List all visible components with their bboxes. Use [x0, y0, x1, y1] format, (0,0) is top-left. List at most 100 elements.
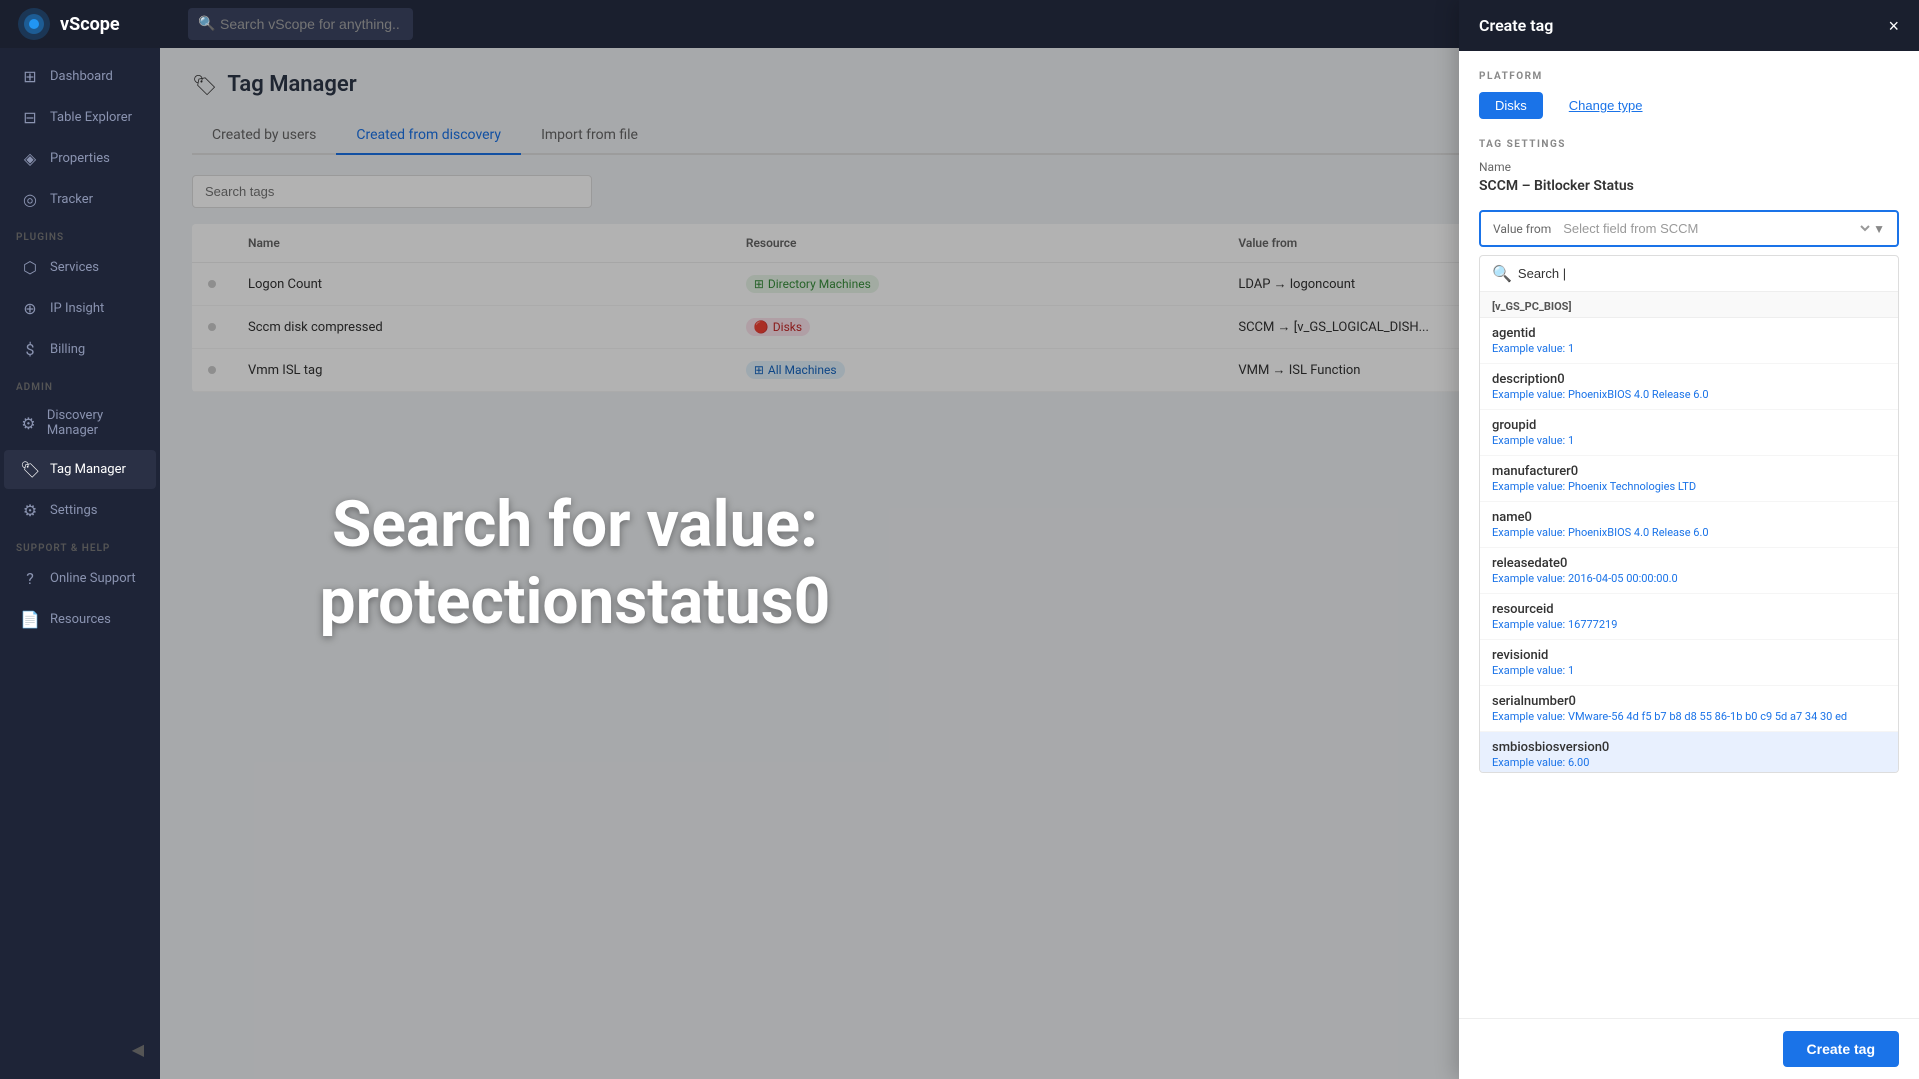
dropdown-item-groupid[interactable]: groupid Example value: 1 [1480, 410, 1898, 456]
dropdown-search-input[interactable] [1518, 266, 1886, 281]
dropdown-arrow-icon: ▼ [1873, 222, 1885, 236]
example-value: 1 [1568, 342, 1574, 355]
tracker-icon: ◎ [20, 190, 40, 209]
dropdown-item-serialnumber0[interactable]: serialnumber0 Example value: VMware-56 4… [1480, 686, 1898, 732]
dropdown-list: [v_GS_PC_BIOS] agentid Example value: 1 … [1480, 292, 1898, 772]
sidebar-item-online-support[interactable]: ? Online Support [4, 559, 156, 598]
item-name: resourceid [1492, 602, 1886, 617]
example-label: Example value: [1492, 572, 1565, 585]
sidebar-item-label: Table Explorer [50, 110, 132, 125]
tag-manager-icon: 🏷 [20, 460, 40, 479]
item-name: manufacturer0 [1492, 464, 1886, 479]
sidebar-item-label: Tag Manager [50, 462, 126, 477]
platform-disks-button[interactable]: Disks [1479, 92, 1543, 119]
value-from-label: Value from [1493, 222, 1551, 236]
dropdown-item-description0[interactable]: description0 Example value: PhoenixBIOS … [1480, 364, 1898, 410]
sidebar-item-label: Services [50, 260, 99, 275]
sidebar-item-properties[interactable]: ◈ Properties [4, 139, 156, 178]
admin-label: ADMIN [0, 370, 160, 397]
sidebar-item-label: Online Support [50, 571, 136, 586]
dropdown-group-header: [v_GS_PC_BIOS] [1480, 292, 1898, 318]
item-name: agentid [1492, 326, 1886, 341]
example-label: Example value: [1492, 618, 1565, 631]
item-name: smbiosbiosversion0 [1492, 740, 1886, 755]
item-example: Example value: Phoenix Technologies LTD [1492, 480, 1886, 493]
billing-icon: $ [20, 340, 40, 359]
example-value: VMware-56 4d f5 b7 b8 d8 55 86-1b b0 c9 … [1568, 710, 1847, 723]
sidebar-item-tracker[interactable]: ◎ Tracker [4, 180, 156, 219]
item-example: Example value: PhoenixBIOS 4.0 Release 6… [1492, 388, 1886, 401]
sidebar-item-label: IP Insight [50, 301, 104, 316]
example-value: 2016-04-05 00:00:00.0 [1568, 572, 1678, 585]
dropdown-item-smbiosbiosversion0[interactable]: smbiosbiosversion0 Example value: 6.00 [1480, 732, 1898, 772]
value-from-select[interactable]: Select field from SCCM [1559, 220, 1873, 237]
sidebar-collapse: ◀ [0, 1028, 160, 1071]
logo-text: vScope [60, 14, 120, 35]
example-value: 16777219 [1568, 618, 1617, 631]
plugins-label: PLUGINS [0, 220, 160, 247]
item-name: serialnumber0 [1492, 694, 1886, 709]
value-from-row: Value from Select field from SCCM ▼ [1479, 210, 1899, 247]
item-example: Example value: 1 [1492, 342, 1886, 355]
properties-icon: ◈ [20, 149, 40, 168]
sidebar-item-label: Discovery Manager [47, 408, 140, 438]
panel-close-button[interactable]: × [1888, 17, 1899, 35]
name-label: Name [1479, 160, 1899, 174]
sidebar-item-discovery-manager[interactable]: ⚙ Discovery Manager [4, 398, 156, 448]
dropdown-item-releasedate0[interactable]: releasedate0 Example value: 2016-04-05 0… [1480, 548, 1898, 594]
sidebar-item-resources[interactable]: 📄 Resources [4, 600, 156, 639]
example-label: Example value: [1492, 664, 1565, 677]
create-tag-button[interactable]: Create tag [1783, 1031, 1899, 1067]
item-example: Example value: 16777219 [1492, 618, 1886, 631]
item-example: Example value: 6.00 [1492, 756, 1886, 769]
item-example: Example value: 1 [1492, 664, 1886, 677]
discovery-icon: ⚙ [20, 414, 37, 433]
platform-row: Disks Change type [1479, 92, 1899, 119]
sidebar-item-table-explorer[interactable]: ⊟ Table Explorer [4, 98, 156, 137]
sidebar-item-tag-manager[interactable]: 🏷 Tag Manager [4, 450, 156, 489]
item-example: Example value: 2016-04-05 00:00:00.0 [1492, 572, 1886, 585]
tag-name-value: SCCM – Bitlocker Status [1479, 178, 1899, 194]
item-name: revisionid [1492, 648, 1886, 663]
dropdown-item-name0[interactable]: name0 Example value: PhoenixBIOS 4.0 Rel… [1480, 502, 1898, 548]
panel-title: Create tag [1479, 16, 1553, 35]
example-value: 1 [1568, 664, 1574, 677]
search-icon: 🔍 [1492, 264, 1512, 283]
sidebar-item-label: Tracker [50, 192, 93, 207]
sidebar-item-ip-insight[interactable]: ⊕ IP Insight [4, 289, 156, 328]
example-label: Example value: [1492, 756, 1565, 769]
dropdown-item-resourceid[interactable]: resourceid Example value: 16777219 [1480, 594, 1898, 640]
sidebar-item-dashboard[interactable]: ⊞ Dashboard [4, 57, 156, 96]
example-value: 6.00 [1568, 756, 1589, 769]
sidebar-item-settings[interactable]: ⚙ Settings [4, 491, 156, 530]
ip-insight-icon: ⊕ [20, 299, 40, 318]
dropdown-item-manufacturer0[interactable]: manufacturer0 Example value: Phoenix Tec… [1480, 456, 1898, 502]
dropdown-item-revisionid[interactable]: revisionid Example value: 1 [1480, 640, 1898, 686]
platform-label: PLATFORM [1479, 71, 1899, 82]
example-value: PhoenixBIOS 4.0 Release 6.0 [1568, 388, 1709, 401]
resources-icon: 📄 [20, 610, 40, 629]
create-tag-panel: Create tag × PLATFORM Disks Change type … [1459, 0, 1919, 1079]
item-example: Example value: VMware-56 4d f5 b7 b8 d8 … [1492, 710, 1886, 723]
example-label: Example value: [1492, 526, 1565, 539]
sidebar-item-services[interactable]: ⬡ Services [4, 248, 156, 287]
sidebar-item-label: Properties [50, 151, 110, 166]
panel-footer: Create tag [1459, 1018, 1919, 1079]
item-name: name0 [1492, 510, 1886, 525]
collapse-btn[interactable]: ◀ [132, 1040, 144, 1059]
example-label: Example value: [1492, 388, 1565, 401]
example-label: Example value: [1492, 342, 1565, 355]
example-label: Example value: [1492, 480, 1565, 493]
item-name: description0 [1492, 372, 1886, 387]
sidebar-item-billing[interactable]: $ Billing [4, 330, 156, 369]
dashboard-icon: ⊞ [20, 67, 40, 86]
item-name: releasedate0 [1492, 556, 1886, 571]
support-icon: ? [20, 569, 40, 588]
dropdown-item-agentid[interactable]: agentid Example value: 1 [1480, 318, 1898, 364]
search-icon: 🔍 [198, 16, 215, 32]
example-value: 1 [1568, 434, 1574, 447]
change-type-button[interactable]: Change type [1553, 92, 1659, 119]
item-name: groupid [1492, 418, 1886, 433]
topbar-search-input[interactable] [188, 8, 413, 40]
tag-settings-label: TAG SETTINGS [1479, 139, 1899, 150]
